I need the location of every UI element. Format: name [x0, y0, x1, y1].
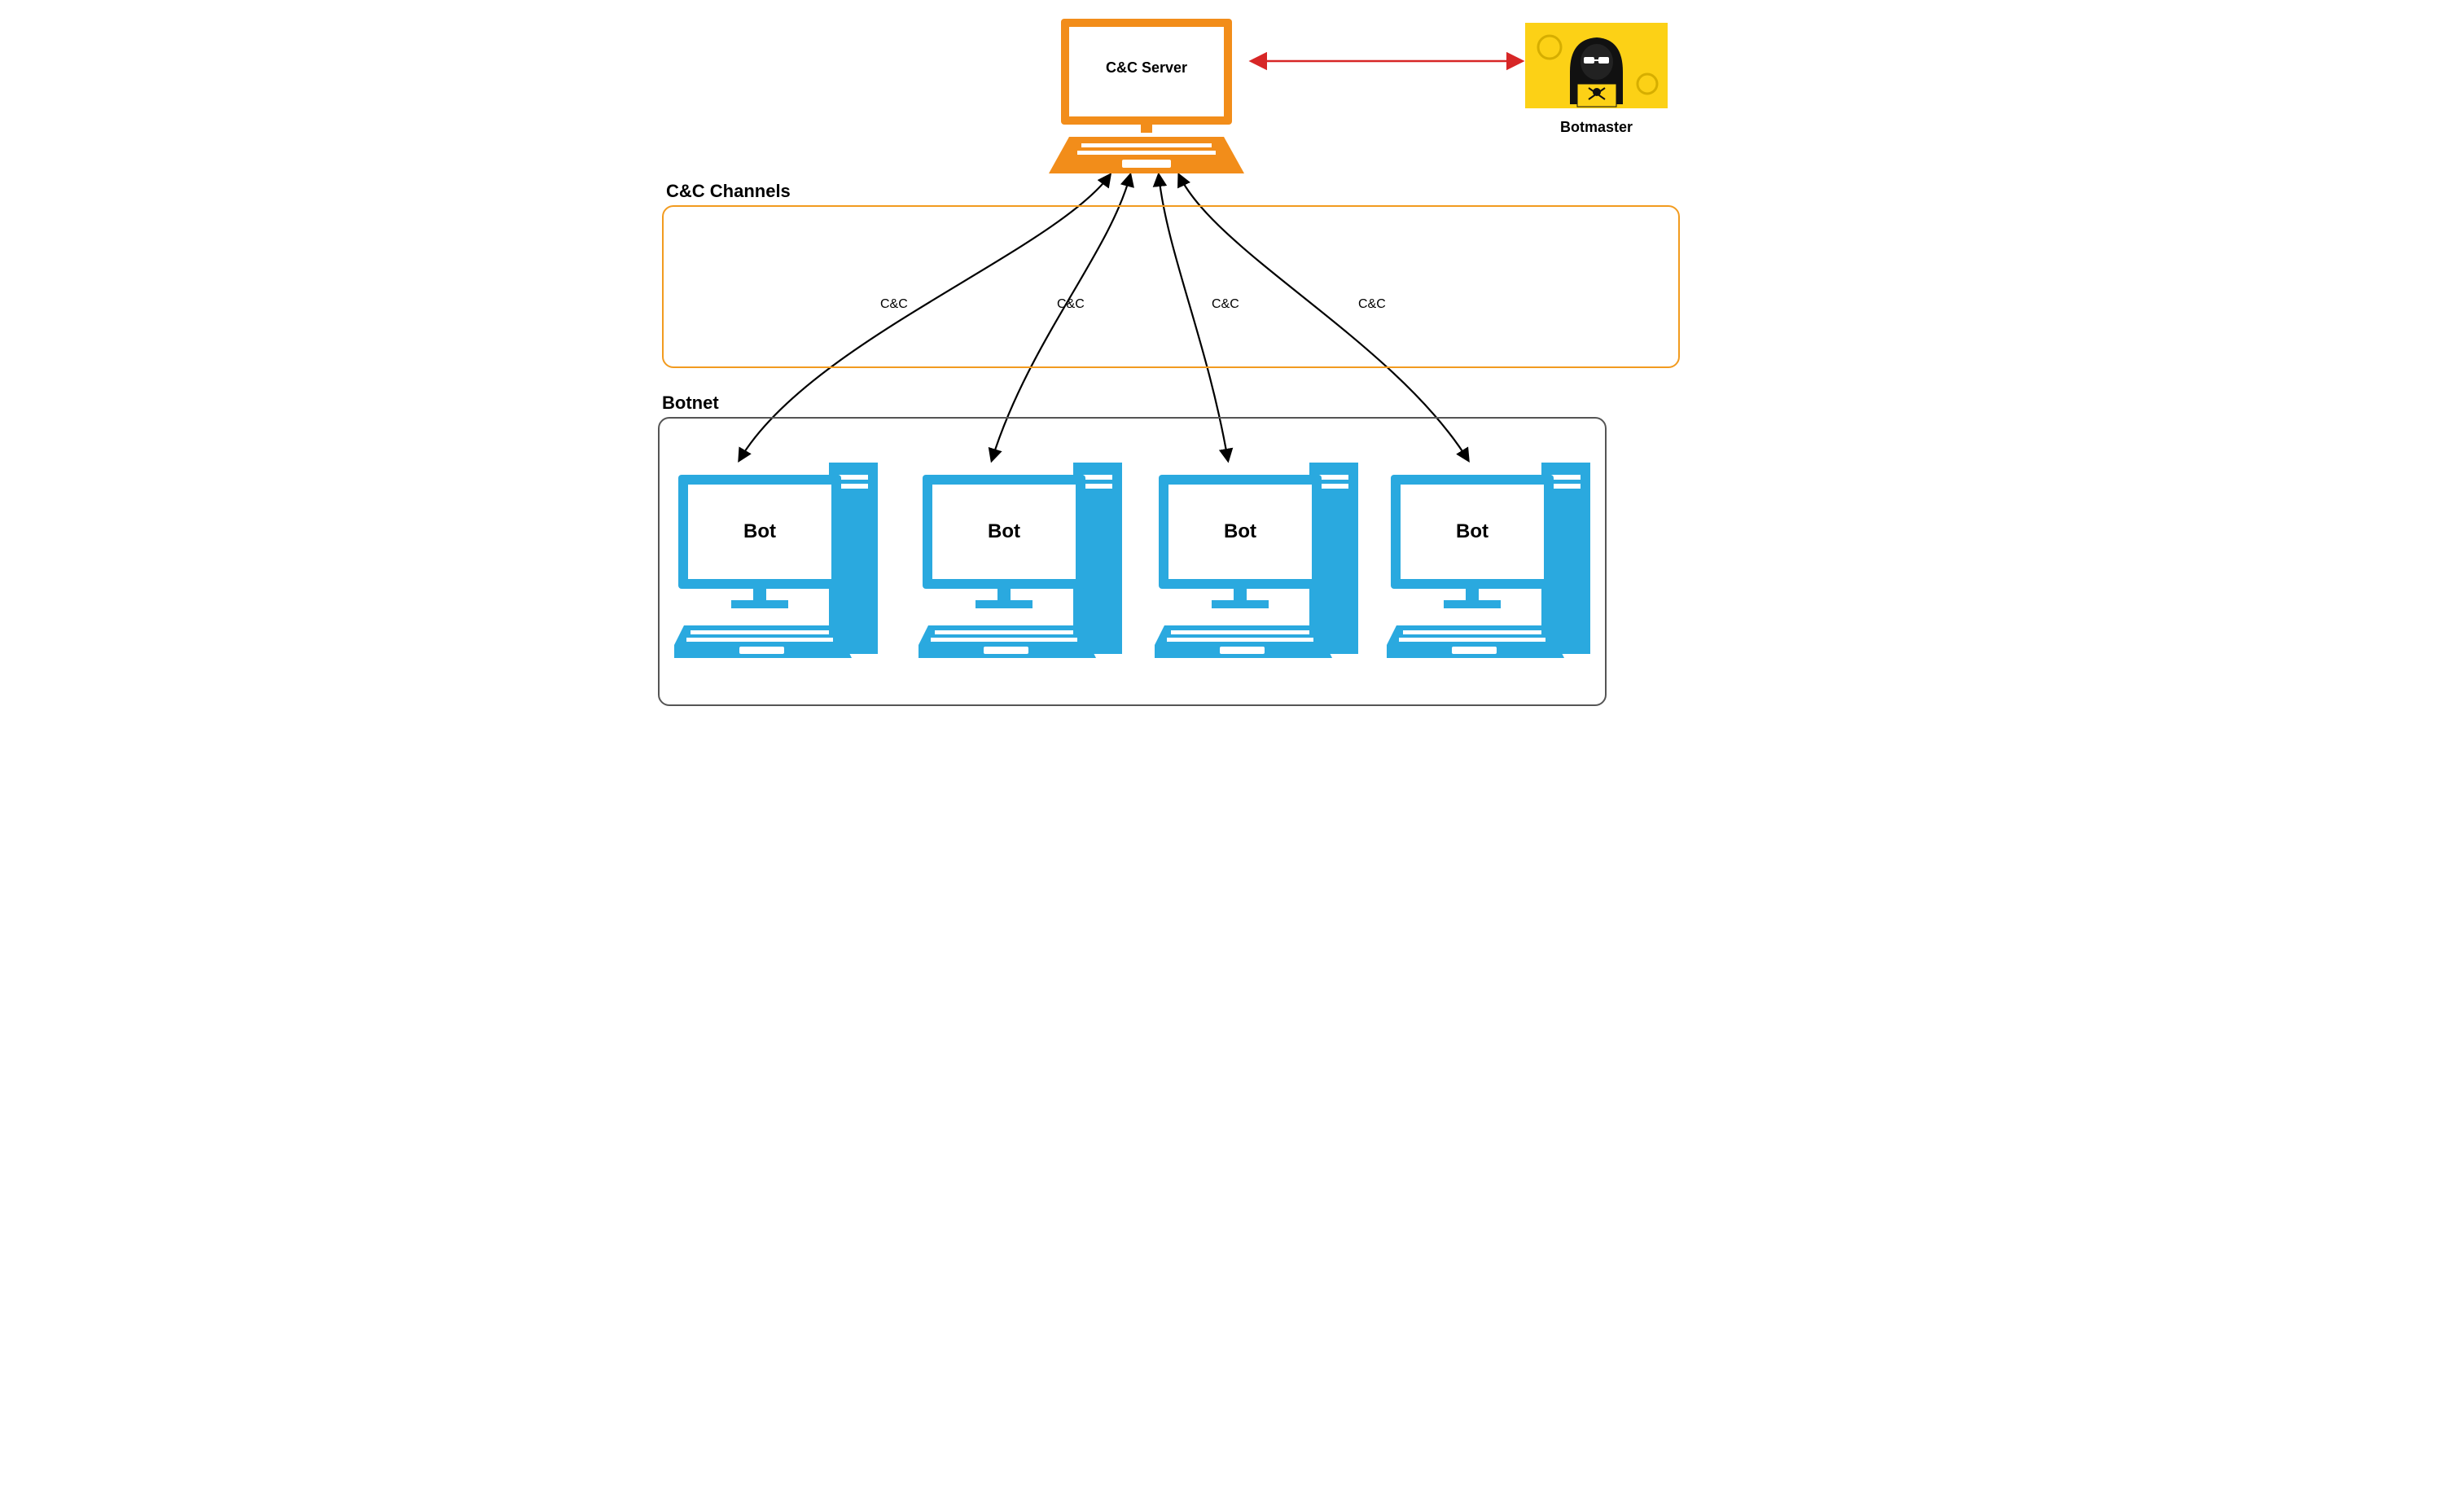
- cc-server-node: C&C Server: [1045, 15, 1248, 182]
- bot-node-4: Bot: [1387, 446, 1598, 695]
- bot-label-1: Bot: [678, 475, 841, 589]
- bot-node-3: Bot: [1155, 446, 1366, 695]
- botmaster-label: Botmaster: [1525, 119, 1668, 136]
- channels-title: C&C Channels: [666, 181, 791, 202]
- channels-box: [662, 205, 1680, 368]
- diagram-canvas: C&C Channels C&C C&C C&C C&C Botnet C&C …: [629, 0, 1835, 733]
- botmaster-node: Botmaster: [1525, 23, 1668, 129]
- botnet-title: Botnet: [662, 393, 719, 414]
- bot-label-3: Bot: [1159, 475, 1322, 589]
- cc-label-3: C&C: [1212, 297, 1239, 312]
- bot-label-2: Bot: [923, 475, 1085, 589]
- cc-label-2: C&C: [1057, 297, 1085, 312]
- server-label: C&C Server: [1045, 15, 1248, 121]
- bot-node-2: Bot: [919, 446, 1130, 695]
- cc-label-1: C&C: [880, 297, 908, 312]
- bot-label-4: Bot: [1391, 475, 1554, 589]
- bot-node-1: Bot: [674, 446, 886, 695]
- botmaster-icon: [1525, 23, 1668, 108]
- cc-label-4: C&C: [1358, 297, 1386, 312]
